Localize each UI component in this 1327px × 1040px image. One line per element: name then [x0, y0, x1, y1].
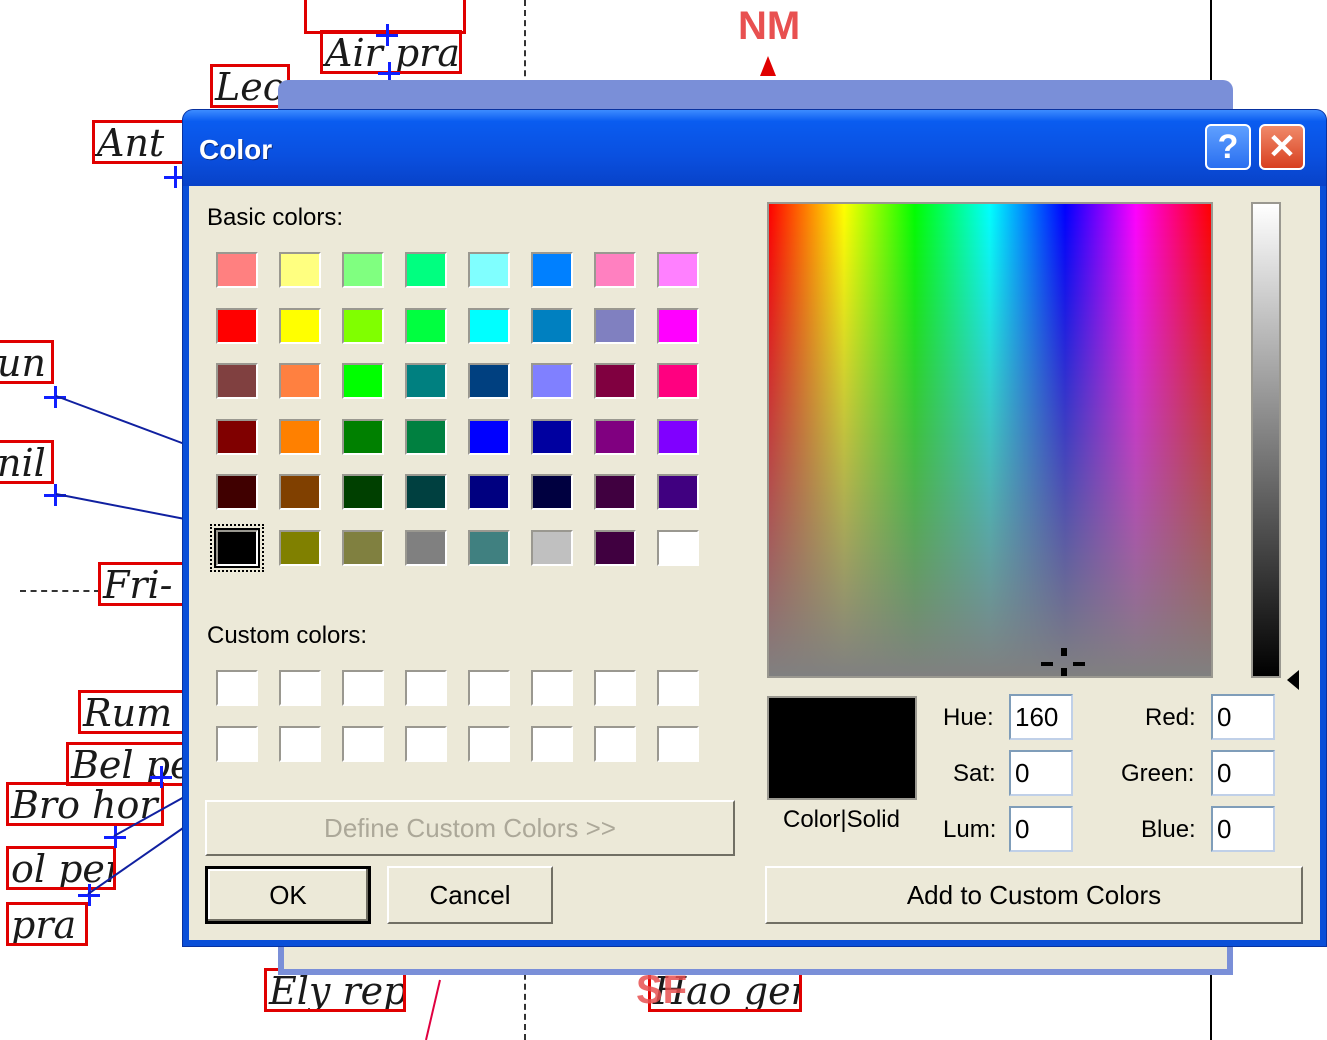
basic-color-swatch[interactable]: [468, 307, 510, 344]
color-solid-label: Color|Solid: [783, 806, 900, 833]
basic-color-swatch[interactable]: [594, 363, 636, 399]
red-label: Red:: [1145, 704, 1196, 731]
dialog-title: Color: [199, 134, 273, 165]
custom-color-swatch[interactable]: [405, 670, 447, 706]
basic-color-swatch[interactable]: [405, 418, 447, 455]
basic-color-swatch[interactable]: [531, 252, 573, 288]
basic-color-swatch[interactable]: [342, 363, 384, 399]
basic-color-swatch[interactable]: [216, 307, 258, 344]
custom-color-swatch[interactable]: [216, 670, 258, 706]
basic-color-swatch[interactable]: [468, 474, 510, 510]
green-label: Green:: [1121, 760, 1195, 787]
close-icon: ✕: [1267, 128, 1297, 166]
basic-color-swatch[interactable]: [405, 474, 447, 510]
basic-color-swatch[interactable]: [657, 529, 699, 566]
define-custom-colors-button[interactable]: Define Custom Colors >>: [205, 800, 735, 856]
custom-color-swatch[interactable]: [657, 670, 699, 706]
basic-color-swatch[interactable]: [279, 529, 321, 566]
lum-input[interactable]: [1009, 806, 1073, 852]
basic-color-swatch[interactable]: [342, 252, 384, 288]
green-input[interactable]: [1211, 750, 1275, 796]
basic-color-swatch[interactable]: [594, 252, 636, 288]
custom-color-swatch[interactable]: [342, 670, 384, 706]
color-preview: [767, 696, 917, 800]
basic-color-swatch[interactable]: [468, 363, 510, 399]
basic-color-swatch[interactable]: [531, 307, 573, 344]
cancel-button[interactable]: Cancel: [387, 866, 553, 924]
blue-label: Blue:: [1141, 816, 1196, 843]
basic-color-swatch[interactable]: [279, 418, 321, 455]
basic-color-swatch[interactable]: [468, 418, 510, 455]
basic-color-swatch[interactable]: [342, 307, 384, 344]
lum-label: Lum:: [943, 816, 997, 843]
sat-label: Sat:: [953, 760, 996, 787]
custom-color-swatch[interactable]: [594, 670, 636, 706]
sat-input[interactable]: [1009, 750, 1073, 796]
basic-color-swatch[interactable]: [657, 363, 699, 399]
custom-color-swatch[interactable]: [342, 726, 384, 762]
custom-color-swatch[interactable]: [405, 726, 447, 762]
basic-color-swatch[interactable]: [216, 474, 258, 510]
custom-color-swatch[interactable]: [468, 726, 510, 762]
basic-color-swatch[interactable]: [657, 252, 699, 288]
basic-color-swatch[interactable]: [279, 252, 321, 288]
basic-color-swatch[interactable]: [216, 418, 258, 455]
custom-color-swatch[interactable]: [279, 670, 321, 706]
title-bar[interactable]: Color ? ✕: [183, 110, 1326, 186]
basic-color-swatch[interactable]: [531, 474, 573, 510]
basic-color-swatch[interactable]: [531, 418, 573, 455]
add-to-custom-colors-button[interactable]: Add to Custom Colors: [765, 866, 1303, 924]
custom-color-swatch[interactable]: [531, 670, 573, 706]
color-dialog: Color ? ✕ Basic colors: Custom colors: D…: [183, 110, 1326, 946]
custom-color-swatch[interactable]: [279, 726, 321, 762]
basic-color-swatch[interactable]: [531, 529, 573, 566]
hue-label: Hue:: [943, 704, 994, 731]
luminosity-slider[interactable]: [1251, 202, 1281, 678]
basic-color-swatch[interactable]: [279, 474, 321, 510]
luminosity-arrow-icon[interactable]: [1287, 670, 1299, 690]
close-button[interactable]: ✕: [1259, 124, 1305, 170]
basic-color-swatch[interactable]: [405, 529, 447, 566]
custom-colors-label: Custom colors:: [207, 622, 368, 649]
hue-saturation-spectrum[interactable]: [767, 202, 1213, 678]
red-input[interactable]: [1211, 694, 1275, 740]
hue-input[interactable]: [1009, 694, 1073, 740]
dialog-client: Basic colors: Custom colors: Define Cust…: [189, 186, 1320, 940]
basic-color-swatch[interactable]: [210, 523, 264, 572]
basic-color-swatch[interactable]: [594, 474, 636, 510]
basic-color-swatch[interactable]: [342, 529, 384, 566]
basic-color-swatch[interactable]: [594, 529, 636, 566]
ok-button[interactable]: OK: [205, 866, 371, 924]
custom-color-swatch[interactable]: [594, 726, 636, 762]
custom-color-swatch[interactable]: [531, 726, 573, 762]
basic-color-swatch[interactable]: [657, 418, 699, 455]
custom-color-swatch[interactable]: [657, 726, 699, 762]
basic-color-swatch[interactable]: [594, 307, 636, 344]
basic-colors-label: Basic colors:: [207, 204, 344, 231]
basic-color-swatch[interactable]: [657, 307, 699, 344]
help-icon: ?: [1217, 128, 1239, 166]
help-button[interactable]: ?: [1205, 124, 1251, 170]
basic-color-swatch[interactable]: [405, 252, 447, 288]
basic-color-swatch[interactable]: [342, 474, 384, 510]
basic-color-swatch[interactable]: [279, 307, 321, 344]
basic-color-swatch[interactable]: [657, 474, 699, 510]
basic-color-swatch[interactable]: [216, 363, 258, 399]
basic-color-swatch[interactable]: [405, 363, 447, 399]
basic-color-swatch[interactable]: [216, 252, 258, 288]
basic-color-swatch[interactable]: [279, 363, 321, 399]
blue-input[interactable]: [1211, 806, 1275, 852]
basic-color-swatch[interactable]: [342, 418, 384, 455]
basic-color-swatch[interactable]: [468, 252, 510, 288]
custom-color-swatch[interactable]: [216, 726, 258, 762]
basic-color-swatch[interactable]: [405, 307, 447, 344]
basic-color-swatch[interactable]: [468, 529, 510, 566]
basic-color-swatch[interactable]: [594, 418, 636, 455]
custom-color-swatch[interactable]: [468, 670, 510, 706]
crosshair-icon: [1041, 648, 1085, 676]
basic-color-swatch[interactable]: [531, 363, 573, 399]
